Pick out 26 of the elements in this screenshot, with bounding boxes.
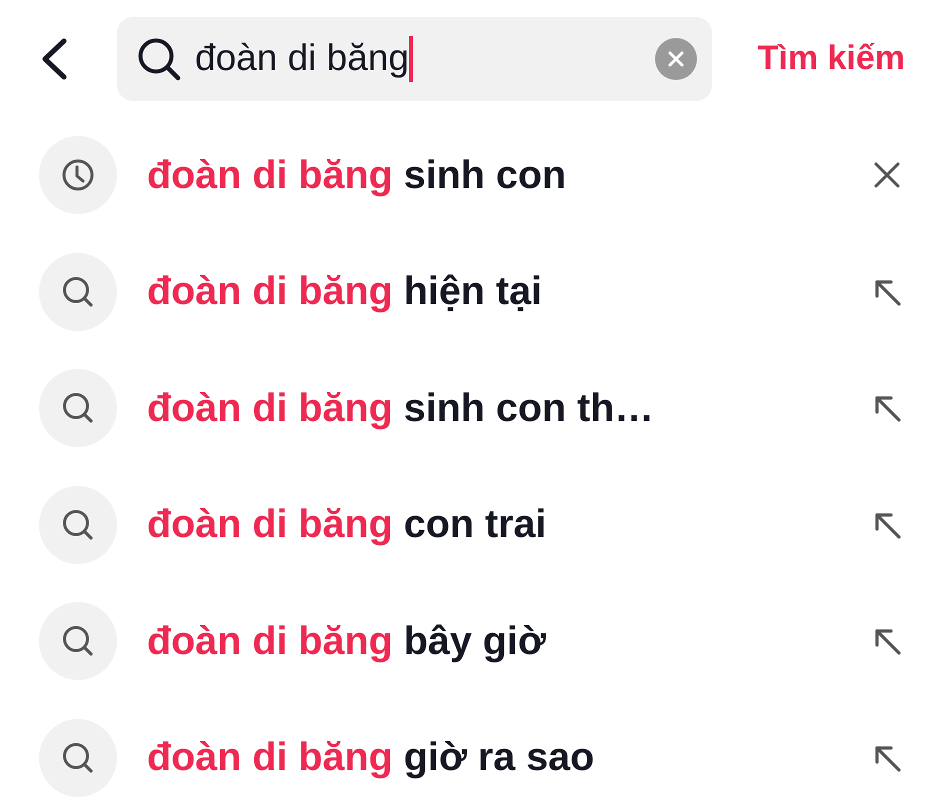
search-icon (39, 369, 117, 448)
search-button[interactable]: Tìm kiếm (758, 38, 905, 79)
suggestion-text[interactable]: đoàn di băng sinh con (147, 152, 566, 199)
text-cursor (408, 36, 413, 82)
search-icon (39, 718, 117, 797)
suggestion-text[interactable]: đoàn di băng giờ ra sao (147, 734, 594, 782)
search-icon (39, 486, 117, 564)
arrow-up-left-icon[interactable] (873, 394, 901, 422)
suggestion-text[interactable]: đoàn di băng hiện tại (147, 268, 542, 316)
suggestion-text[interactable]: đoàn di băng con trai (147, 501, 546, 548)
suggestion-text[interactable]: đoàn di băng bây giờ (147, 618, 546, 665)
close-icon[interactable] (873, 161, 901, 190)
search-query-text: đoàn di băng (195, 36, 409, 80)
search-field[interactable]: đoàn di băng (117, 16, 712, 100)
arrow-up-left-icon[interactable] (873, 744, 901, 772)
arrow-up-left-icon[interactable] (873, 510, 901, 539)
clear-button[interactable] (655, 38, 697, 80)
suggestion-text[interactable]: đoàn di băng sinh con th… (147, 384, 654, 432)
search-icon (39, 252, 117, 331)
arrow-up-left-icon[interactable] (873, 627, 901, 656)
close-icon (668, 50, 684, 66)
clock-icon (39, 136, 117, 214)
search-icon (39, 602, 117, 680)
arrow-up-left-icon[interactable] (873, 278, 901, 306)
search-icon (137, 36, 181, 80)
back-icon[interactable] (40, 38, 68, 80)
